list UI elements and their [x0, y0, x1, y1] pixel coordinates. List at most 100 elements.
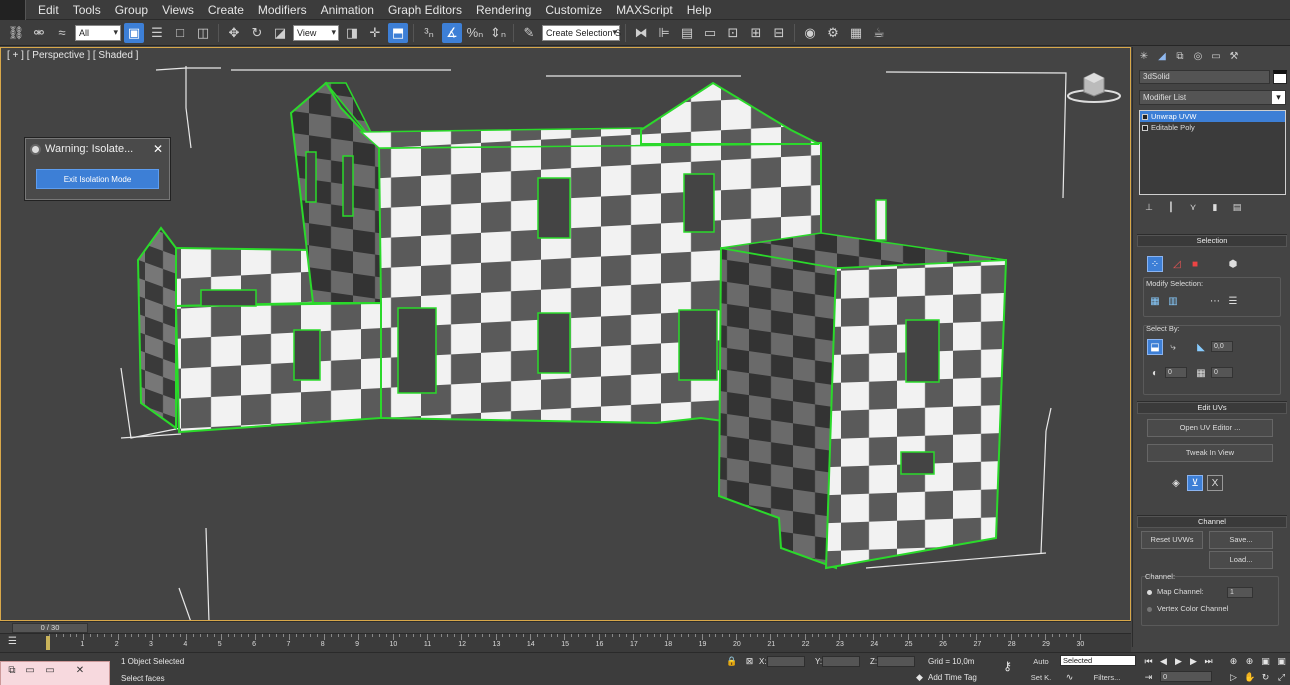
current-frame-field[interactable]: 0: [1160, 671, 1212, 682]
menu-item-rendering[interactable]: Rendering: [469, 0, 538, 20]
select-manipulate-icon[interactable]: ✛: [365, 23, 385, 43]
auto-key-button[interactable]: Auto: [1028, 656, 1054, 667]
x-coordinate-field[interactable]: [767, 656, 805, 667]
maximize-viewport-icon[interactable]: ⤢: [1276, 672, 1287, 683]
remove-modifier-icon[interactable]: ▮: [1209, 202, 1221, 213]
modifier-stack-item-editable-poly[interactable]: Editable Poly: [1140, 122, 1285, 133]
select-by-material-id-icon[interactable]: ▦: [1193, 365, 1209, 381]
quick-align-icon[interactable]: ⊻: [1187, 475, 1203, 491]
quick-planar-map-icon[interactable]: ◈: [1168, 475, 1184, 491]
material-editor-icon[interactable]: ◉: [800, 23, 820, 43]
menu-item-maxscript[interactable]: MAXScript: [609, 0, 680, 20]
key-mode-icon[interactable]: ∿: [1064, 672, 1075, 683]
selection-rollout-header[interactable]: Selection: [1137, 235, 1287, 247]
listener-icon[interactable]: ▭: [43, 665, 57, 677]
vertex-color-channel-radio[interactable]: [1147, 607, 1152, 612]
absolute-mode-icon[interactable]: ⊠: [744, 656, 755, 667]
edge-select-icon[interactable]: ◿: [1169, 256, 1185, 272]
map-channel-radio[interactable]: [1147, 590, 1152, 595]
render-icon[interactable]: ☕: [869, 23, 889, 43]
percent-snap-icon[interactable]: %ₙ: [465, 23, 485, 43]
menu-item-graph-editors[interactable]: Graph Editors: [381, 0, 469, 20]
filters-button[interactable]: Filters...: [1085, 672, 1129, 683]
rotate-icon[interactable]: ↻: [247, 23, 267, 43]
time-slider-knob[interactable]: 0 / 30: [12, 623, 88, 633]
object-color-swatch[interactable]: [1273, 70, 1287, 84]
map-channel-spinner[interactable]: 1: [1227, 587, 1253, 598]
grow-selection-icon[interactable]: ▦: [1147, 293, 1163, 309]
menu-item-customize[interactable]: Customize: [538, 0, 609, 20]
vertex-select-icon[interactable]: ⁘: [1147, 256, 1163, 272]
ring-selection-icon[interactable]: ☰: [1225, 293, 1241, 309]
previous-frame-icon[interactable]: ◀: [1158, 656, 1169, 667]
viewcube[interactable]: [1064, 70, 1124, 106]
zoom-extents-icon[interactable]: ▣: [1260, 656, 1271, 667]
menu-item-create[interactable]: Create: [201, 0, 251, 20]
modifier-stack-item-unwrap-uvw[interactable]: Unwrap UVW: [1140, 111, 1285, 122]
key-icon[interactable]: ⚷: [1002, 660, 1013, 672]
reset-uvws-button[interactable]: Reset UVWs: [1141, 531, 1203, 549]
loop-selection-icon[interactable]: ⋯: [1207, 293, 1223, 309]
play-icon[interactable]: ▶: [1173, 656, 1184, 667]
select-by-angle-toggle-icon[interactable]: ⤷: [1165, 339, 1181, 355]
reference-coord-dropdown[interactable]: View: [293, 24, 339, 41]
planar-angle-spinner[interactable]: 0,0: [1211, 341, 1233, 352]
pivot-icon[interactable]: ◨: [342, 23, 362, 43]
menu-item-animation[interactable]: Animation: [314, 0, 381, 20]
move-icon[interactable]: ✥: [224, 23, 244, 43]
maxscript-mini-listener[interactable]: ⧉ ▭ ▭ ✕: [0, 661, 110, 685]
east-block-front-wall[interactable]: [824, 258, 1008, 570]
menu-item-tools[interactable]: Tools: [66, 0, 108, 20]
select-object-icon[interactable]: ▣: [124, 22, 144, 43]
edit-named-sel-icon[interactable]: ✎: [519, 23, 539, 43]
add-time-tag-icon[interactable]: ◆: [914, 672, 925, 683]
material-id-spinner[interactable]: 0: [1211, 367, 1233, 378]
mirror-icon[interactable]: ⧓: [631, 23, 651, 43]
zoom-extents-all-icon[interactable]: ▣: [1276, 656, 1287, 667]
unlink-icon[interactable]: ⚮: [29, 23, 49, 43]
key-mode-toggle-icon[interactable]: ⇥: [1143, 672, 1154, 683]
track-bar-menu-icon[interactable]: ☰: [8, 636, 17, 647]
menu-item-help[interactable]: Help: [680, 0, 719, 20]
utilities-tab-icon[interactable]: ⚒: [1227, 50, 1241, 63]
orbit-icon[interactable]: ↻: [1260, 672, 1271, 683]
modify-tab-icon[interactable]: ◢: [1155, 50, 1169, 63]
curve-editor-icon[interactable]: ⊡: [723, 23, 743, 43]
listener-icon[interactable]: ▭: [23, 665, 37, 677]
bulb-icon[interactable]: [1142, 113, 1148, 120]
named-selection-dropdown[interactable]: Create Selection S: [542, 24, 621, 41]
configure-modifier-sets-icon[interactable]: ▤: [1231, 202, 1243, 213]
make-unique-icon[interactable]: ⋎: [1187, 202, 1199, 213]
shrink-selection-icon[interactable]: ▥: [1165, 293, 1181, 309]
scale-icon[interactable]: ◪: [270, 23, 290, 43]
rendered-frame-icon[interactable]: ▦: [846, 23, 866, 43]
next-frame-icon[interactable]: ▶: [1188, 656, 1199, 667]
track-bar[interactable]: ☰ 1 2 3 4 5 6 7 8 9 10 11 12 13 14 15 16 17 18 19 20 21 22 23 2…: [0, 633, 1131, 652]
go-to-start-icon[interactable]: ⏮: [1143, 656, 1154, 667]
menu-item-views[interactable]: Views: [155, 0, 201, 20]
lock-icon[interactable]: 🔒: [726, 656, 737, 667]
show-end-result-icon[interactable]: ┃: [1165, 202, 1177, 213]
x-align-icon[interactable]: X: [1207, 475, 1223, 491]
set-key-button[interactable]: Set K.: [1028, 672, 1054, 683]
selection-filter-dropdown[interactable]: All: [75, 24, 121, 41]
close-icon[interactable]: ✕: [73, 665, 87, 677]
menu-item-modifiers[interactable]: Modifiers: [251, 0, 314, 20]
motion-tab-icon[interactable]: ◎: [1191, 50, 1205, 63]
object-name-field[interactable]: 3dSolid: [1139, 70, 1270, 84]
dope-sheet-icon[interactable]: ⊟: [769, 23, 789, 43]
display-tab-icon[interactable]: ▭: [1209, 50, 1223, 63]
menu-item-group[interactable]: Group: [108, 0, 155, 20]
right-gable[interactable]: [640, 81, 820, 145]
key-filter-dropdown[interactable]: Selected: [1060, 655, 1136, 666]
schematic-icon[interactable]: ⊞: [746, 23, 766, 43]
rect-region-icon[interactable]: □: [170, 23, 190, 43]
go-to-end-icon[interactable]: ⏭: [1203, 656, 1214, 667]
select-by-element-uv-icon[interactable]: ⬓: [1147, 339, 1163, 355]
create-tab-icon[interactable]: ✳: [1137, 50, 1151, 63]
snap-3d-icon[interactable]: ³ₙ: [419, 23, 439, 43]
save-uvws-button[interactable]: Save...: [1209, 531, 1273, 549]
layer-icon[interactable]: ▤: [677, 23, 697, 43]
channel-rollout-header[interactable]: Channel: [1137, 516, 1287, 528]
modifier-list-dropdown[interactable]: Modifier List ▾: [1139, 90, 1286, 105]
